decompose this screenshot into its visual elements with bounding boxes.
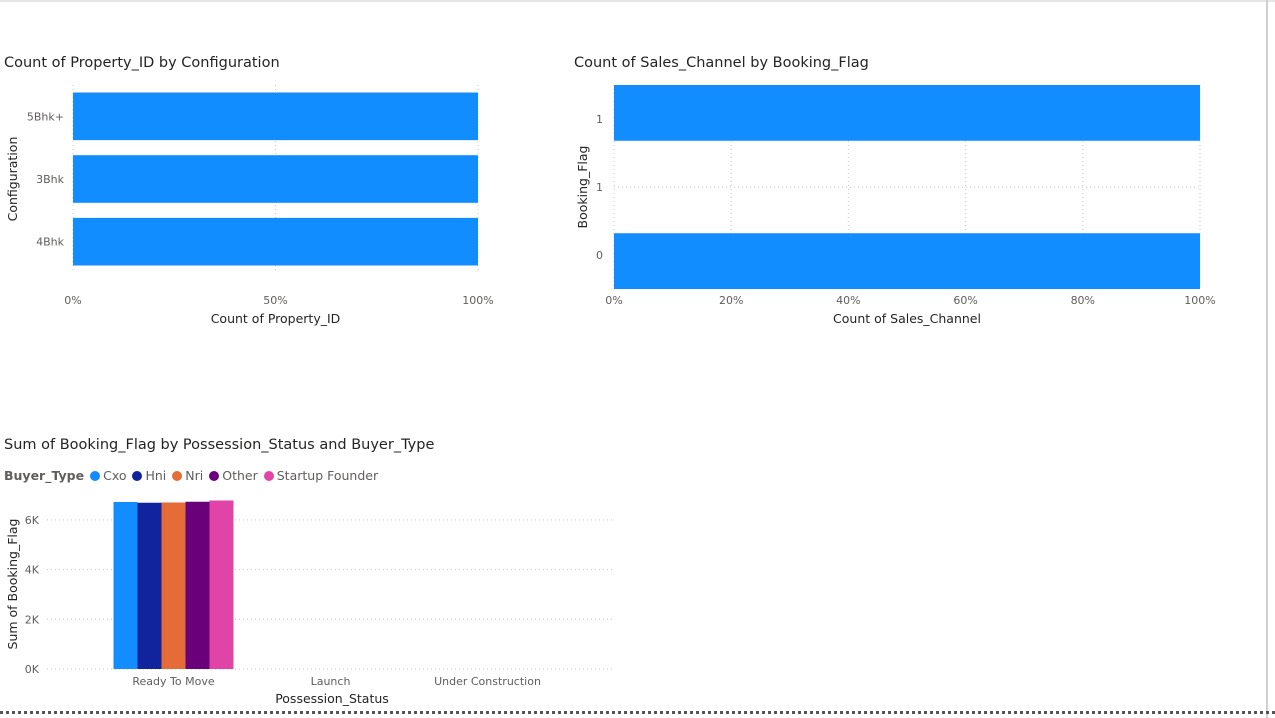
y-tick-label: 6K xyxy=(25,514,40,527)
chart-booking-flag[interactable]: Count of Sales_Channel by Booking_Flag 0… xyxy=(560,40,1250,340)
column-bar xyxy=(209,500,234,669)
y-axis-title: Configuration xyxy=(5,137,20,222)
column-bar xyxy=(185,501,210,669)
bar xyxy=(73,217,478,266)
bar xyxy=(614,85,1200,141)
x-tick-label: 0% xyxy=(605,294,622,307)
chart-possession-status[interactable]: Sum of Booking_Flag by Possession_Status… xyxy=(0,420,640,710)
x-tick-label: Launch xyxy=(311,675,351,688)
bar xyxy=(73,92,478,141)
x-tick-label: Under Construction xyxy=(434,675,541,688)
chart-configuration[interactable]: Count of Property_ID by Configuration 0%… xyxy=(0,40,530,340)
x-tick-label: 40% xyxy=(836,294,860,307)
y-tick-label: 1 xyxy=(596,181,603,194)
y-tick-label: 0K xyxy=(25,663,40,676)
top-border xyxy=(0,0,1275,2)
x-tick-label: 50% xyxy=(263,294,287,307)
bar xyxy=(73,155,478,203)
x-tick-label: 80% xyxy=(1071,294,1095,307)
y-tick-label: 4Bhk xyxy=(36,236,65,249)
page-boundary xyxy=(0,711,1275,714)
y-tick-label: 2K xyxy=(25,613,40,626)
x-tick-label: 100% xyxy=(462,294,493,307)
x-tick-label: Ready To Move xyxy=(132,675,214,688)
x-tick-label: 60% xyxy=(953,294,977,307)
bar xyxy=(614,233,1200,289)
y-tick-label: 4K xyxy=(25,564,40,577)
x-axis-title: Count of Property_ID xyxy=(211,311,341,326)
chart-booking-flag-plot: 0% 20% 40% 60% 80% 100% 1 1 0 Count of Sales_Chan… xyxy=(575,85,1216,326)
x-axis-title: Count of Sales_Channel xyxy=(833,311,981,326)
x-tick-label: 0% xyxy=(64,294,81,307)
y-axis-title: Sum of Booking_Flag xyxy=(5,519,20,650)
column-bar xyxy=(137,502,162,669)
y-tick-label: 0 xyxy=(596,249,603,262)
y-tick-label: 3Bhk xyxy=(36,173,65,186)
chart-possession-status-plot: 0K 2K 4K 6K Ready To Move Launch Under Constru… xyxy=(5,500,615,706)
y-tick-label: 1 xyxy=(596,113,603,126)
right-border xyxy=(1266,0,1268,718)
report-canvas: Count of Property_ID by Configuration 0%… xyxy=(0,0,1275,718)
y-axis-title: Booking_Flag xyxy=(575,146,590,229)
x-tick-label: 100% xyxy=(1184,294,1215,307)
x-tick-label: 20% xyxy=(719,294,743,307)
x-axis-title: Possession_Status xyxy=(275,691,389,706)
chart-configuration-plot: 0% 50% 100% 5Bhk+ 3Bhk 4Bhk Count of Property_… xyxy=(5,85,494,326)
column-bar xyxy=(113,501,138,669)
column-bar xyxy=(161,502,186,669)
y-tick-label: 5Bhk+ xyxy=(27,110,64,123)
